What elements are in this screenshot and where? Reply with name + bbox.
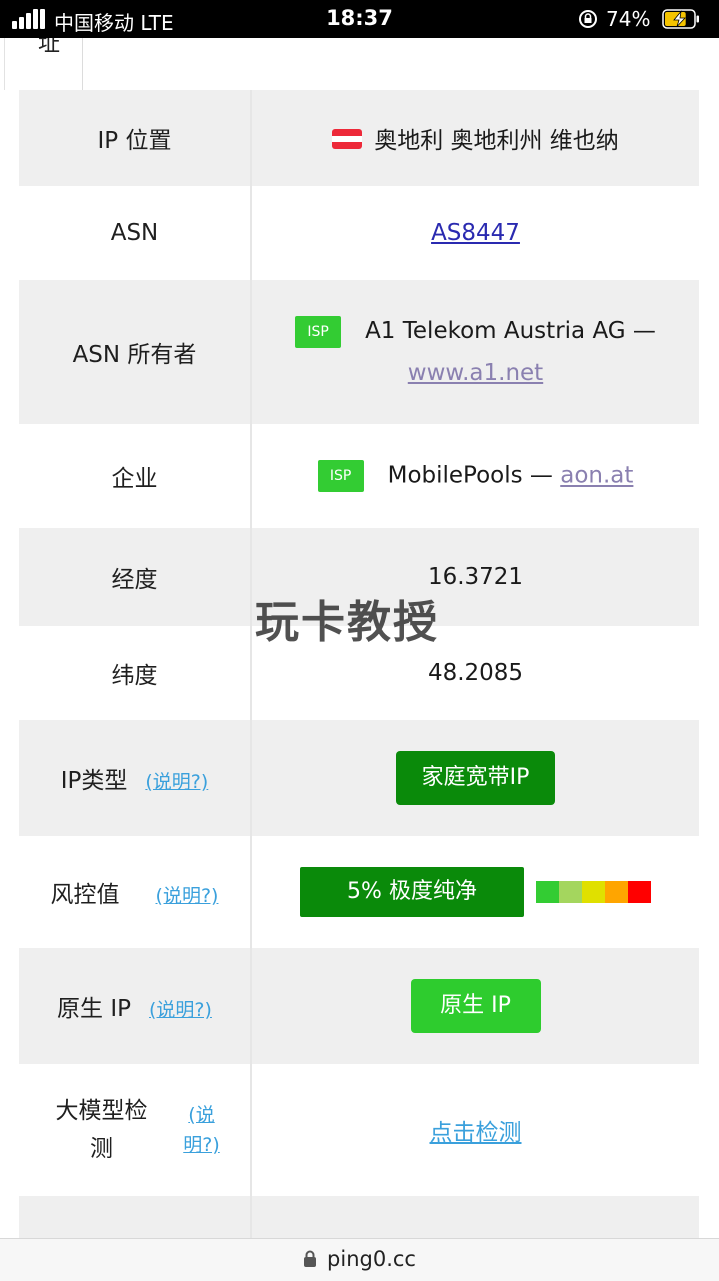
url-text: ping0.cc <box>327 1247 416 1271</box>
table-row: 风控值 (说明?) 5% 极度纯净 <box>19 836 699 948</box>
isp-tag: ISP <box>317 460 364 492</box>
rotation-lock-icon <box>579 10 597 28</box>
llm-detect-label: 大模型检测 <box>55 1098 148 1162</box>
previous-row-fragment: 址 <box>0 38 719 90</box>
browser-url-bar[interactable]: ping0.cc <box>0 1238 719 1281</box>
table-row: 经度 16.3721 <box>19 528 699 626</box>
asn-owner-name: A1 Telekom Austria AG — <box>365 318 656 344</box>
lock-icon <box>304 1250 317 1267</box>
risk-indicator: 5% 极度纯净 <box>300 867 651 917</box>
ip-info-table: IP 位置 奥地利 奥地利州 维也纳 ASN AS8447 ASN 所有者 IS… <box>19 90 699 1196</box>
isp-tag: ISP <box>295 315 342 348</box>
ip-location-value: 奥地利 奥地利州 维也纳 <box>374 128 619 154</box>
risk-scale-bar <box>536 881 651 903</box>
table-row: 原生 IP (说明?) 原生 IP <box>19 948 699 1064</box>
table-row: IP类型 (说明?) 家庭宽带IP <box>19 720 699 836</box>
table-row: ASN 所有者 ISP A1 Telekom Austria AG — www.a… <box>19 280 699 424</box>
enterprise-website-link[interactable]: aon.at <box>560 463 633 489</box>
risk-label: 风控值 <box>50 882 120 908</box>
ip-location-label: IP 位置 <box>97 128 172 154</box>
page-content: 址 IP 位置 奥地利 奥地利州 维也纳 ASN AS8447 ASN 所有者 … <box>0 38 719 1238</box>
table-row: IP 位置 奥地利 奥地利州 维也纳 <box>19 90 699 186</box>
risk-scale-segment <box>559 881 582 903</box>
risk-explain-link[interactable]: (说明?) <box>156 885 219 907</box>
risk-score-badge: 5% 极度纯净 <box>300 867 524 917</box>
risk-scale-segment <box>628 881 651 903</box>
table-row: 企业 ISP MobilePools — aon.at <box>19 424 699 528</box>
enterprise-name: MobilePools — <box>387 462 553 489</box>
asn-label: ASN <box>110 220 159 246</box>
risk-scale-segment <box>536 881 559 903</box>
longitude-value: 16.3721 <box>427 564 524 590</box>
next-row-fragment <box>19 1196 699 1238</box>
ip-type-label: IP类型 <box>60 768 128 794</box>
table-row: ASN AS8447 <box>19 186 699 280</box>
asn-owner-label: ASN 所有者 <box>72 342 197 368</box>
status-bar: 中国移动 LTE 18:37 74% <box>0 0 719 38</box>
detect-link[interactable]: 点击检测 <box>430 1120 522 1146</box>
latitude-label: 纬度 <box>111 663 158 689</box>
austria-flag-icon <box>332 129 363 149</box>
longitude-label: 经度 <box>111 567 158 593</box>
asn-link[interactable]: AS8447 <box>431 220 520 246</box>
risk-scale-segment <box>605 881 628 903</box>
table-row: 纬度 48.2085 <box>19 626 699 720</box>
risk-scale-segment <box>582 881 605 903</box>
native-ip-badge: 原生 IP <box>410 979 541 1033</box>
battery-charging-icon <box>662 9 699 29</box>
ip-type-explain-link[interactable]: (说明?) <box>145 771 208 793</box>
native-ip-label: 原生 IP <box>57 996 132 1022</box>
previous-row-label-fragment: 址 <box>38 38 61 57</box>
asn-owner-website-link[interactable]: www.a1.net <box>408 360 543 386</box>
table-row: 大模型检测 (说明?) 点击检测 <box>19 1064 699 1196</box>
llm-detect-explain-link[interactable]: (说明?) <box>182 1100 222 1160</box>
latitude-value: 48.2085 <box>427 660 524 686</box>
enterprise-label: 企业 <box>111 466 158 492</box>
ip-type-badge: 家庭宽带IP <box>395 751 556 805</box>
native-ip-explain-link[interactable]: (说明?) <box>149 999 212 1021</box>
battery-percent: 74% <box>606 7 651 31</box>
